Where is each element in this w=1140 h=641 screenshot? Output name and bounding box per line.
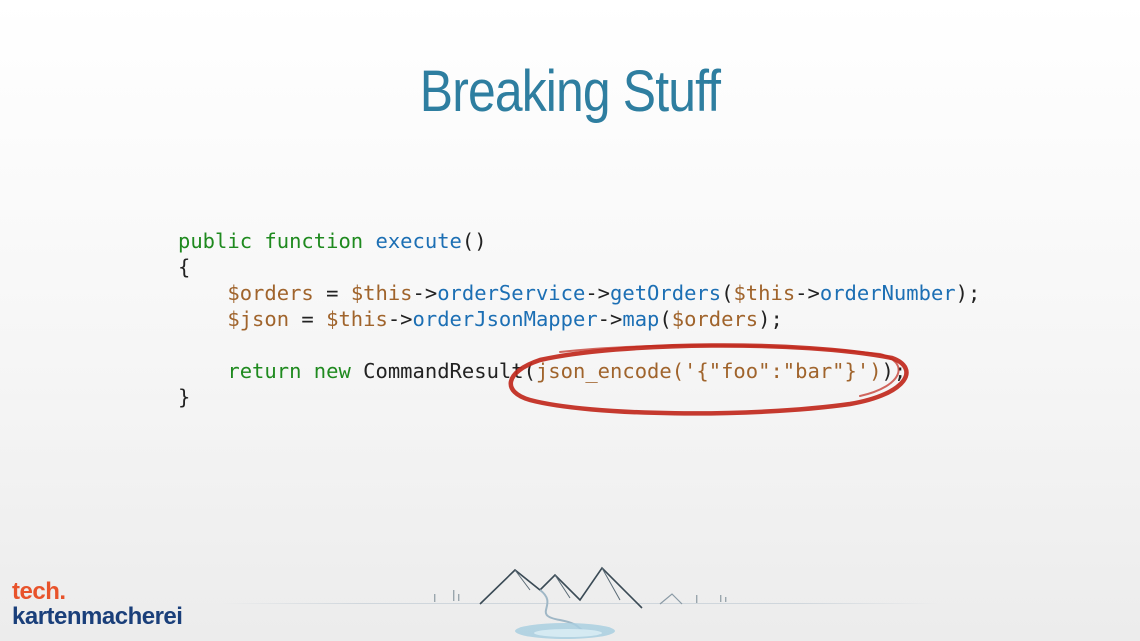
keyword-return: return [227, 359, 302, 383]
var-this: $this [326, 307, 388, 331]
arrow-op: -> [387, 307, 413, 331]
statement-end: ); [758, 307, 783, 331]
code-line-2: { [178, 254, 980, 280]
statement-end: ); [955, 281, 981, 305]
logo-tech-text: tech. [12, 578, 66, 605]
var-this: $this [350, 281, 413, 305]
assign-op: = [313, 281, 351, 305]
var-this: $this [733, 281, 796, 305]
paren-open: ( [721, 281, 734, 305]
company-logo: tech. kartenmacherei [12, 578, 183, 630]
var-orders: $orders [671, 307, 759, 331]
keyword-new: new [313, 359, 351, 383]
mountains-illustration-icon [434, 566, 727, 639]
code-line-1: public function execute() [178, 228, 980, 254]
code-line-4: $json = $this->orderJsonMapper->map($ord… [178, 306, 980, 332]
method-get-orders: getOrders [610, 281, 722, 305]
function-name: execute [375, 229, 462, 253]
prop-order-number: orderNumber [819, 281, 956, 305]
keyword-function: function [264, 229, 364, 253]
arrow-op: -> [585, 281, 611, 305]
arrow-op: -> [597, 307, 623, 331]
code-paren: () [461, 229, 487, 253]
arrow-op: -> [795, 281, 820, 305]
keyword-public: public [178, 229, 253, 253]
var-json: $json [227, 307, 290, 331]
prop-order-service: orderService [437, 281, 586, 305]
assign-op: = [289, 307, 327, 331]
var-orders: $orders [227, 281, 314, 305]
close-brace: } [178, 385, 191, 409]
prop-order-json-mapper: orderJsonMapper [412, 307, 598, 331]
slide-title: Breaking Stuff [419, 59, 721, 124]
arrow-op: -> [412, 281, 438, 305]
paren-open: ( [659, 307, 672, 331]
code-line-3: $orders = $this->orderService->getOrders… [178, 280, 980, 306]
open-brace: { [178, 255, 191, 279]
logo-name-text: kartenmacherei [12, 603, 183, 630]
method-map: map [622, 307, 660, 331]
highlight-circle-icon [508, 343, 909, 416]
